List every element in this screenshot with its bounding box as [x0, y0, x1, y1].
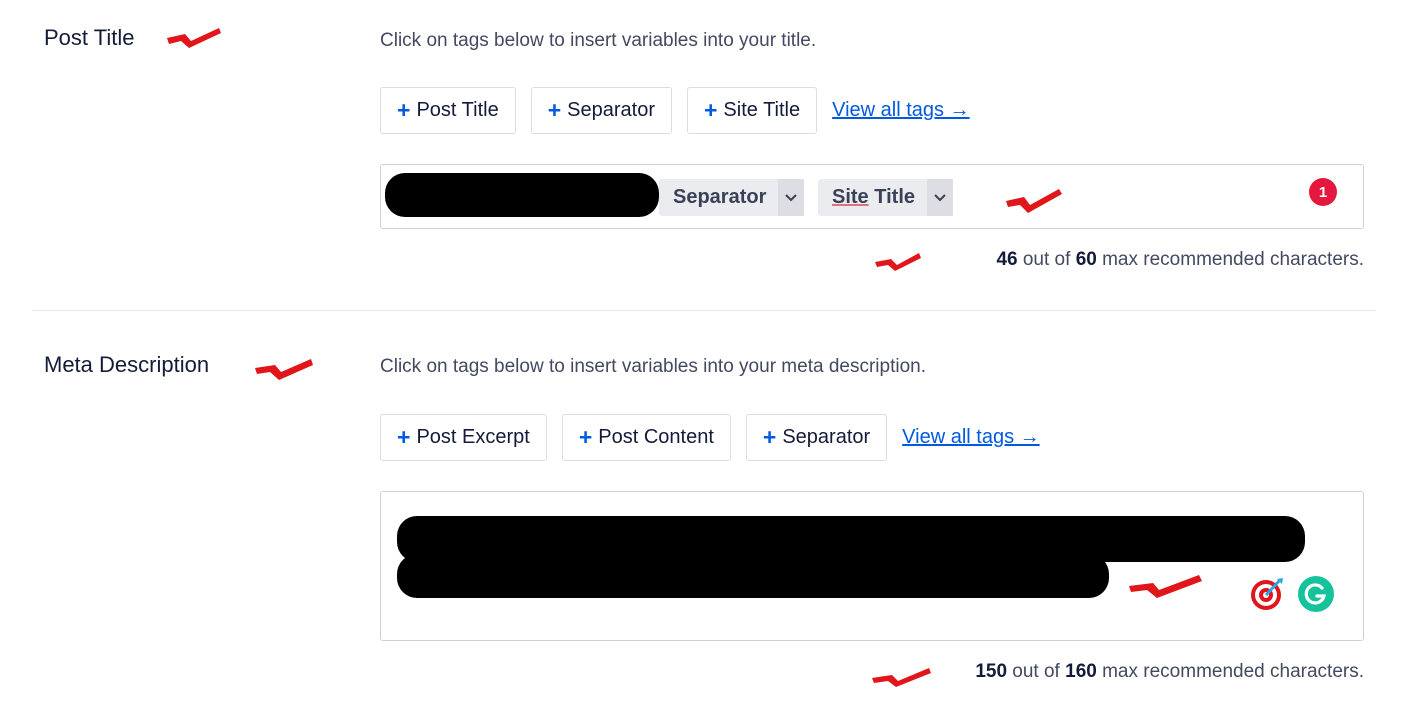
redacted-text	[397, 554, 1109, 598]
add-post-content-tag-button[interactable]: + Post Content	[561, 414, 731, 461]
add-post-excerpt-tag-button[interactable]: + Post Excerpt	[380, 414, 547, 461]
check-annotation-icon	[167, 28, 221, 48]
check-annotation-icon	[1129, 575, 1202, 598]
meta-description-hint: Click on tags below to insert variables …	[380, 356, 926, 377]
section-divider	[32, 310, 1376, 311]
plus-icon: +	[397, 97, 411, 123]
separator-chip[interactable]: Separator	[659, 179, 805, 216]
view-all-tags-link[interactable]: View all tags →	[832, 99, 969, 122]
check-annotation-icon	[875, 253, 921, 271]
target-icon[interactable]	[1249, 576, 1285, 617]
check-annotation-icon	[1006, 189, 1062, 213]
check-annotation-icon	[872, 668, 931, 687]
plus-icon: +	[762, 424, 777, 450]
meta-description-editor[interactable]	[380, 491, 1364, 641]
meta-description-label: Meta Description	[44, 352, 210, 377]
redacted-text	[385, 173, 659, 217]
post-title-editor[interactable]: Separator Site Title 1	[380, 164, 1364, 229]
view-all-tags-link[interactable]: View all tags →	[902, 426, 1039, 449]
add-post-title-tag-button[interactable]: + Post Title	[380, 87, 516, 134]
plus-icon: +	[578, 424, 593, 450]
grammarly-icon[interactable]	[1298, 576, 1334, 617]
notification-badge: 1	[1309, 178, 1337, 206]
post-title-label: Post Title	[44, 25, 135, 50]
add-separator-tag-button[interactable]: + Separator	[530, 87, 672, 134]
meta-description-tag-row: + Post Excerpt + Post Content + Separato…	[380, 414, 1040, 461]
plus-icon: +	[703, 97, 718, 123]
check-annotation-icon	[255, 359, 313, 380]
post-title-tag-row: + Post Title + Separator + Site Title Vi…	[380, 87, 970, 134]
site-title-chip[interactable]: Site Title	[818, 179, 953, 216]
add-separator-tag-button[interactable]: + Separator	[745, 414, 888, 461]
add-site-title-tag-button[interactable]: + Site Title	[686, 87, 818, 134]
chevron-down-icon[interactable]	[778, 179, 805, 216]
meta-description-character-counter: 150 out of 160 max recommended character…	[975, 661, 1364, 682]
plus-icon: +	[397, 424, 411, 450]
post-title-character-counter: 46 out of 60 max recommended characters.	[996, 249, 1364, 270]
chevron-down-icon[interactable]	[927, 179, 953, 216]
post-title-hint: Click on tags below to insert variables …	[380, 30, 817, 51]
plus-icon: +	[547, 97, 562, 123]
